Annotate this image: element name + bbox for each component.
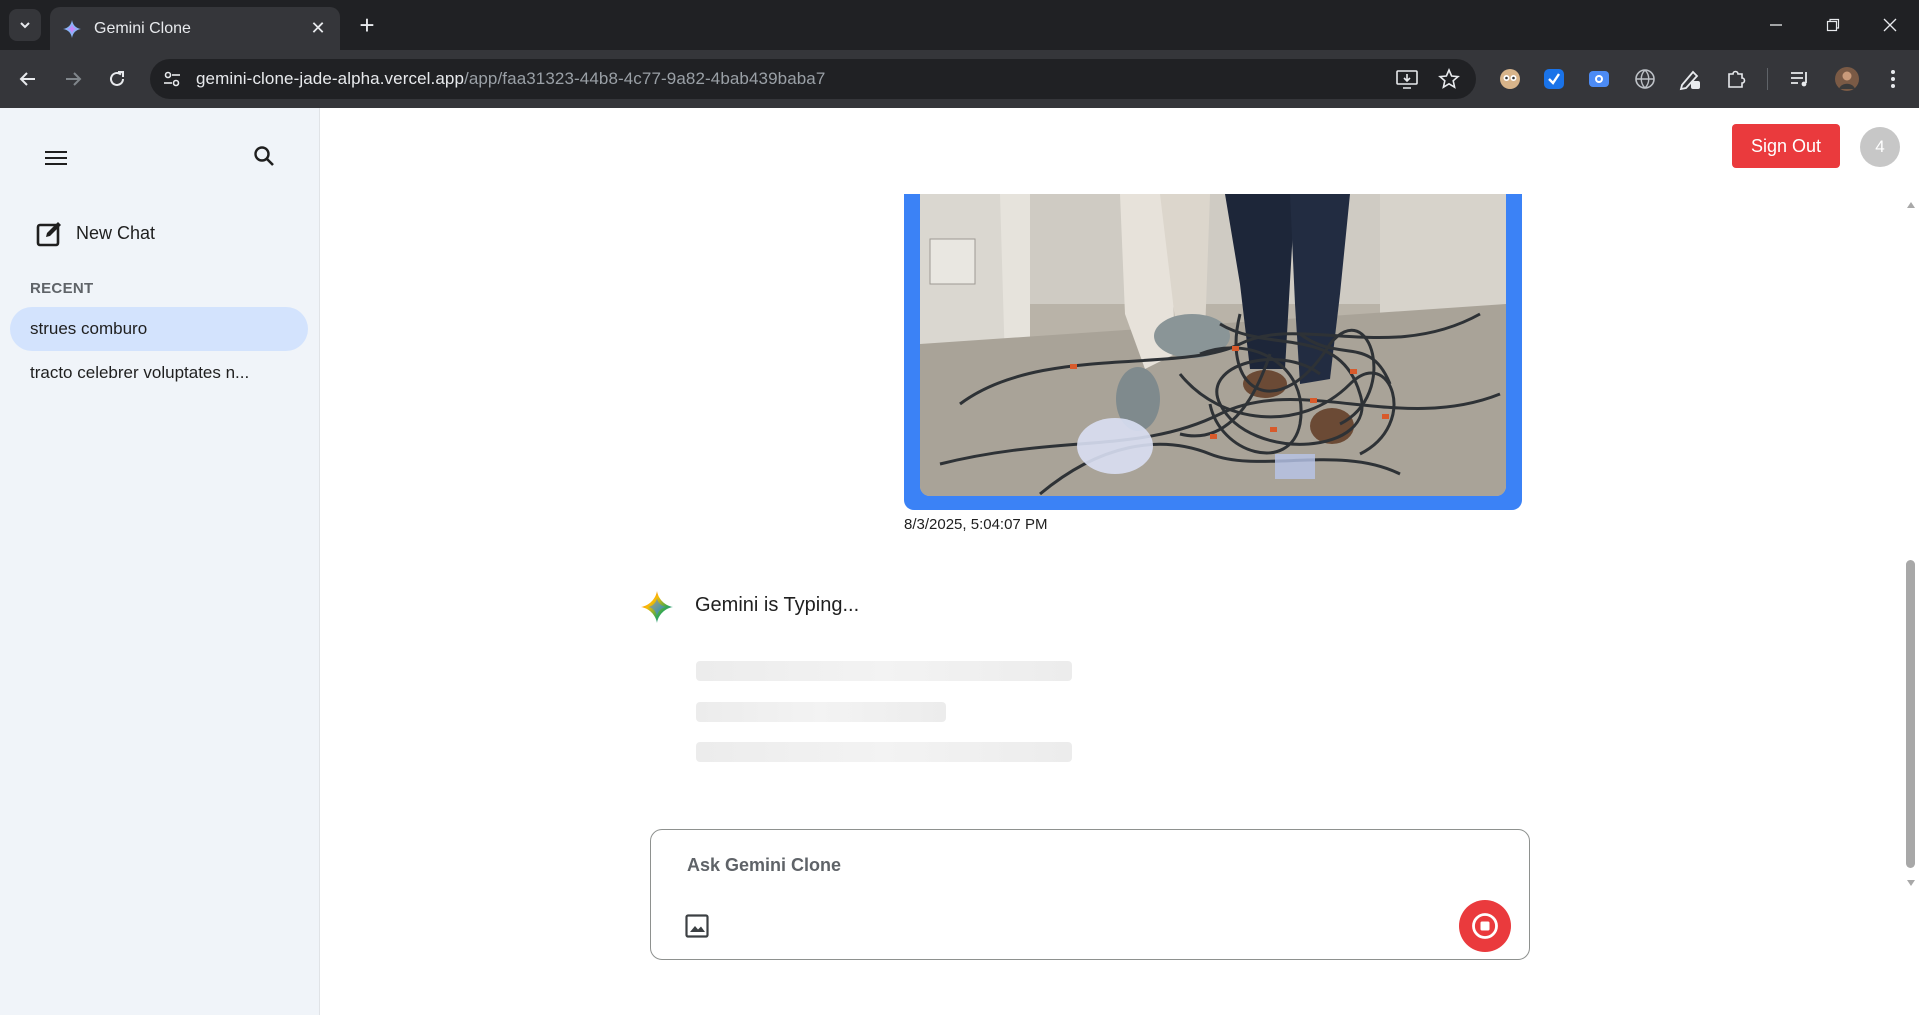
new-chat-label: New Chat (76, 222, 156, 243)
close-icon (1883, 18, 1897, 32)
loading-skeleton-line (696, 702, 946, 722)
search-chats-button[interactable] (248, 140, 280, 172)
reload-button[interactable] (101, 63, 133, 95)
typing-indicator-text: Gemini is Typing... (695, 594, 860, 616)
uploaded-photo (920, 194, 1506, 496)
extension-pen-icon[interactable] (1677, 66, 1703, 92)
browser-tab[interactable]: Gemini Clone ✕ (50, 7, 340, 50)
loading-skeleton-line (696, 742, 1072, 762)
browser-menu-icon[interactable] (1880, 66, 1906, 92)
new-tab-button[interactable]: + (352, 10, 382, 40)
close-window-button[interactable] (1867, 8, 1913, 42)
url-text: gemini-clone-jade-alpha.vercel.app/app/f… (196, 69, 825, 89)
tab-search-button[interactable] (9, 9, 41, 41)
toolbar-divider (1767, 68, 1768, 90)
extension-globe-icon[interactable] (1632, 66, 1658, 92)
address-bar[interactable]: gemini-clone-jade-alpha.vercel.app/app/f… (150, 59, 1476, 99)
url-host: gemini-clone-jade-alpha.vercel.app (196, 69, 464, 88)
menu-toggle-button[interactable] (40, 142, 72, 174)
minimize-icon (1770, 24, 1782, 26)
sidebar-chat-item-active[interactable]: strues comburo (10, 307, 308, 351)
hamburger-menu-icon (45, 151, 67, 165)
install-app-icon[interactable] (1396, 69, 1418, 89)
chevron-down-icon (20, 22, 30, 29)
sign-out-button[interactable]: Sign Out (1732, 124, 1840, 168)
tab-close-icon[interactable]: ✕ (308, 18, 328, 39)
extension-screen-icon[interactable] (1586, 66, 1612, 92)
prompt-composer (650, 829, 1530, 960)
sidebar-chat-item[interactable]: tracto celebrer voluptates n... (10, 351, 308, 395)
restore-button[interactable] (1810, 8, 1856, 42)
new-chat-edit-icon (36, 222, 61, 247)
user-avatar[interactable]: 4 (1860, 127, 1900, 167)
scroll-up-arrow-icon[interactable] (1904, 198, 1918, 212)
scrollbar-thumb[interactable] (1906, 560, 1915, 868)
recent-heading: RECENT (30, 280, 94, 297)
restore-icon (1826, 18, 1840, 32)
reload-icon (110, 71, 124, 86)
back-button[interactable] (12, 63, 44, 95)
browser-tab-bar: Gemini Clone ✕ + (0, 0, 1919, 50)
extensions-puzzle-icon[interactable] (1723, 66, 1749, 92)
profile-avatar[interactable] (1834, 66, 1860, 92)
loading-skeleton-line (696, 661, 1072, 681)
gemini-favicon-icon (63, 19, 81, 38)
extension-ghost-icon[interactable] (1497, 66, 1523, 92)
search-icon (254, 146, 274, 166)
bookmark-star-icon[interactable] (1438, 68, 1460, 90)
image-icon (685, 914, 709, 938)
site-settings-icon[interactable] (162, 69, 182, 89)
user-image-message (904, 194, 1522, 510)
prompt-input[interactable] (687, 850, 1467, 880)
scroll-down-arrow-icon[interactable] (1904, 876, 1918, 890)
stop-generation-button[interactable] (1459, 900, 1511, 952)
tab-title: Gemini Clone (94, 19, 191, 37)
photo-cables-feet-image (920, 194, 1506, 496)
gemini-sparkle-icon (641, 591, 673, 623)
stop-icon (1472, 913, 1498, 939)
url-path: /app/faa31323-44b8-4c77-9a82-4bab439baba… (464, 69, 826, 88)
image-upload-button[interactable] (683, 912, 711, 940)
message-timestamp: 8/3/2025, 5:04:07 PM (904, 516, 1048, 533)
arrow-right-icon (66, 72, 82, 86)
minimize-button[interactable] (1753, 8, 1799, 42)
new-chat-button[interactable]: New Chat (36, 216, 155, 250)
extension-check-icon[interactable] (1541, 66, 1567, 92)
arrow-left-icon (19, 72, 35, 86)
media-controls-icon[interactable] (1787, 66, 1813, 92)
forward-button[interactable] (57, 63, 89, 95)
